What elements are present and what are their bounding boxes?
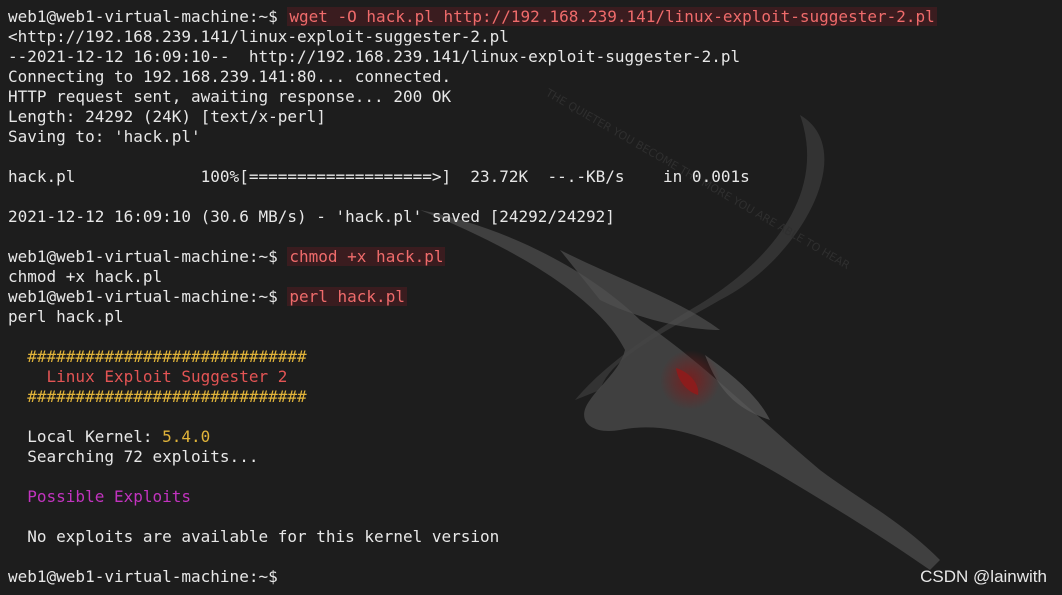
terminal-line: chmod +x hack.pl bbox=[8, 267, 163, 286]
terminal-line: web1@web1-virtual-machine:~$ chmod +x ha… bbox=[8, 247, 1048, 267]
progress-line: hack.pl 100%[===================>] 23.72… bbox=[8, 167, 750, 186]
command-perl: perl hack.pl bbox=[287, 287, 407, 306]
terminal-line: perl hack.pl bbox=[8, 307, 124, 326]
prompt: web1@web1-virtual-machine:~$ bbox=[8, 247, 278, 266]
searching-line: Searching 72 exploits... bbox=[8, 447, 259, 466]
saved-line: 2021-12-12 16:09:10 (30.6 MB/s) - 'hack.… bbox=[8, 207, 615, 226]
kernel-value: 5.4.0 bbox=[162, 427, 211, 446]
terminal-line: HTTP request sent, awaiting response... … bbox=[8, 87, 452, 106]
terminal-line: web1@web1-virtual-machine:~$ bbox=[8, 567, 1048, 587]
prompt: web1@web1-virtual-machine:~$ bbox=[8, 287, 278, 306]
command-chmod: chmod +x hack.pl bbox=[287, 247, 446, 266]
terminal-output: web1@web1-virtual-machine:~$ wget -O hac… bbox=[8, 7, 1048, 595]
terminal-line: Saving to: 'hack.pl' bbox=[8, 127, 201, 146]
no-exploits-message: No exploits are available for this kerne… bbox=[8, 527, 500, 546]
possible-exploits-heading: Possible Exploits bbox=[8, 487, 192, 506]
csdn-watermark: CSDN @lainwith bbox=[920, 567, 1047, 586]
terminal-line: web1@web1-virtual-machine:~$ wget -O hac… bbox=[8, 7, 1048, 27]
prompt: web1@web1-virtual-machine:~$ bbox=[8, 7, 278, 26]
terminal-line: Length: 24292 (24K) [text/x-perl] bbox=[8, 107, 326, 126]
kernel-label: Local Kernel: bbox=[8, 427, 163, 446]
kernel-line: Local Kernel: 5.4.0 bbox=[8, 427, 1048, 447]
hash-border-bottom: ############################# bbox=[8, 387, 307, 406]
prompt: web1@web1-virtual-machine:~$ bbox=[8, 567, 278, 586]
terminal-line: --2021-12-12 16:09:10-- http://192.168.2… bbox=[8, 47, 741, 66]
terminal-line: web1@web1-virtual-machine:~$ perl hack.p… bbox=[8, 287, 1048, 307]
terminal-line: <http://192.168.239.141/linux-exploit-su… bbox=[8, 27, 509, 46]
terminal-line: Connecting to 192.168.239.141:80... conn… bbox=[8, 67, 452, 86]
hash-border-top: ############################# bbox=[8, 347, 307, 366]
suggester-title: Linux Exploit Suggester 2 bbox=[8, 367, 288, 386]
command-wget: wget -O hack.pl http://192.168.239.141/l… bbox=[287, 7, 937, 26]
